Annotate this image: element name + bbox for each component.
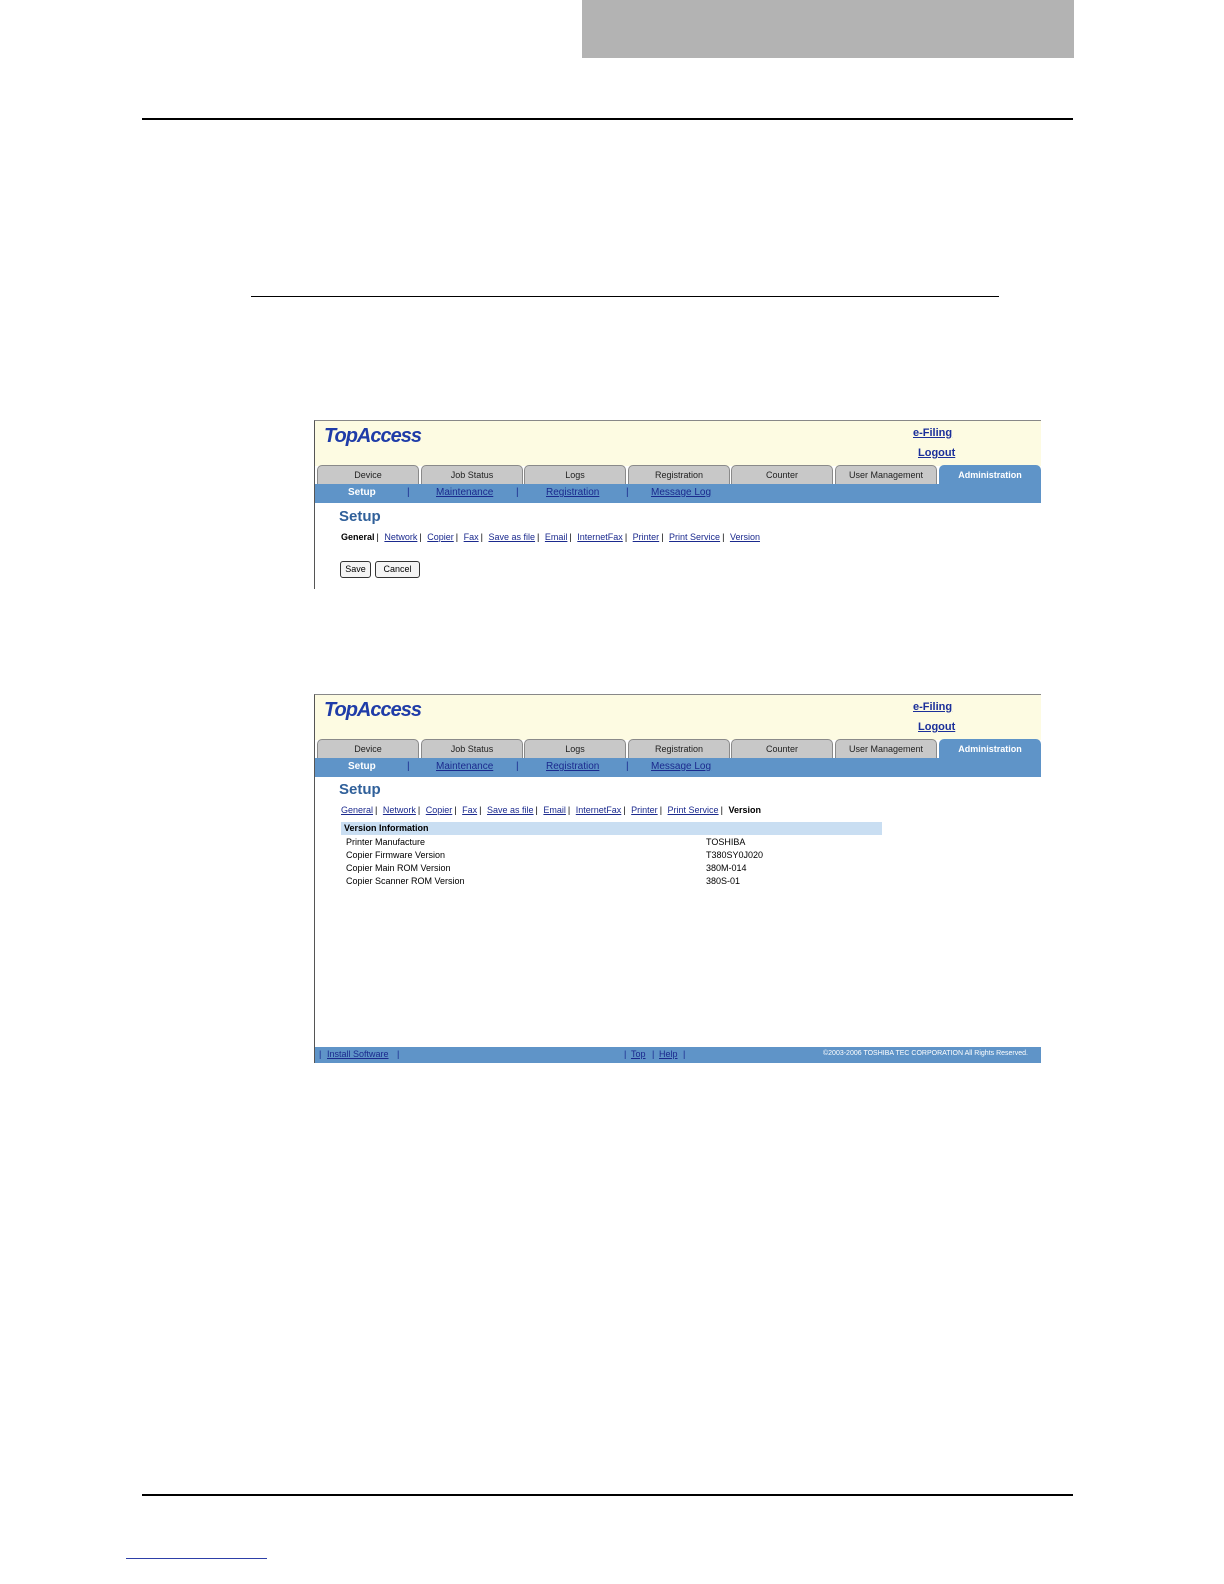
footer-separator: | [397,1049,400,1059]
tab-logs[interactable]: Logs [524,739,626,758]
subnav-separator: | [626,761,629,772]
subnav-message-log[interactable]: Message Log [651,487,711,498]
logout-link[interactable]: Logout [918,721,955,733]
main-tabs: Device Job Status Logs Registration Coun… [315,465,1041,484]
menu-network[interactable]: Network [384,532,417,542]
menu-email[interactable]: Email [545,532,568,542]
page-title: Setup [339,781,381,798]
footer-separator: | [652,1049,655,1059]
version-label-scanner-rom: Copier Scanner ROM Version [346,876,465,886]
menu-general[interactable]: General [341,532,375,542]
topaccess-header: TopAccess e-Filing Logout [315,421,1041,466]
chapter-header-block [582,0,1074,58]
version-label-main-rom: Copier Main ROM Version [346,863,451,873]
subnav-setup[interactable]: Setup [348,487,376,498]
subnav-separator: | [626,487,629,498]
menu-copier[interactable]: Copier [426,805,453,815]
section-rule [251,296,999,297]
subnav-message-log[interactable]: Message Log [651,761,711,772]
subnav-separator: | [407,761,410,772]
tab-counter[interactable]: Counter [731,739,833,758]
menu-fax[interactable]: Fax [464,532,479,542]
footer-help-link[interactable]: Help [659,1049,678,1059]
topaccess-logo: TopAccess [324,425,422,447]
menu-version[interactable]: Version [730,532,760,542]
setup-menu: General | Network | Copier | Fax | Save as f… [341,805,761,815]
tab-logs[interactable]: Logs [524,465,626,484]
tab-registration[interactable]: Registration [628,465,730,484]
version-value-main-rom: 380M-014 [706,863,747,873]
menu-save-as-file[interactable]: Save as file [487,805,534,815]
logout-link[interactable]: Logout [918,447,955,459]
tab-job-status[interactable]: Job Status [421,465,523,484]
subnav-separator: | [407,487,410,498]
footer-link-underline [126,1558,267,1559]
tab-device[interactable]: Device [317,739,419,758]
screenshot-setup-general: TopAccess e-Filing Logout Device Job Sta… [314,420,1041,589]
efiling-link[interactable]: e-Filing [913,701,952,713]
menu-version[interactable]: Version [728,805,761,815]
version-value-scanner-rom: 380S-01 [706,876,741,886]
footer-copyright: ©2003-2006 TOSHIBA TEC CORPORATION All R… [823,1050,1028,1057]
menu-printer[interactable]: Printer [631,805,658,815]
footer-separator: | [683,1049,686,1059]
tab-user-management[interactable]: User Management [835,465,937,484]
subnav-maintenance[interactable]: Maintenance [436,761,493,772]
tab-administration[interactable]: Administration [939,465,1041,484]
menu-network[interactable]: Network [383,805,416,815]
menu-print-service[interactable]: Print Service [668,805,719,815]
subnav-registration[interactable]: Registration [546,487,599,498]
version-information-header: Version Information [341,822,882,835]
tab-user-management[interactable]: User Management [835,739,937,758]
menu-fax[interactable]: Fax [462,805,477,815]
sub-navigation: Setup | Maintenance | Registration | Mes… [315,758,1041,777]
subnav-registration[interactable]: Registration [546,761,599,772]
tab-counter[interactable]: Counter [731,465,833,484]
tab-job-status[interactable]: Job Status [421,739,523,758]
bottom-rule [142,1494,1073,1496]
footer-install-software-link[interactable]: Install Software [327,1049,389,1059]
menu-print-service[interactable]: Print Service [669,532,720,542]
page-title: Setup [339,508,381,525]
menu-general[interactable]: General [341,805,373,815]
main-tabs: Device Job Status Logs Registration Coun… [315,739,1041,758]
top-rule [142,118,1073,120]
efiling-link[interactable]: e-Filing [913,427,952,439]
menu-internetfax[interactable]: InternetFax [576,805,622,815]
footer-separator: | [319,1049,322,1059]
subnav-separator: | [516,761,519,772]
subnav-maintenance[interactable]: Maintenance [436,487,493,498]
subnav-separator: | [516,487,519,498]
version-value-printer-manufacture: TOSHIBA [706,837,746,847]
tab-administration[interactable]: Administration [939,739,1041,758]
menu-email[interactable]: Email [543,805,566,815]
menu-printer[interactable]: Printer [633,532,660,542]
tab-device[interactable]: Device [317,465,419,484]
sub-navigation: Setup | Maintenance | Registration | Mes… [315,484,1041,503]
footer-top-link[interactable]: Top [631,1049,646,1059]
save-button[interactable]: Save [340,561,371,578]
setup-menu: General | Network | Copier | Fax | Save as f… [341,532,760,542]
topaccess-logo: TopAccess [324,699,422,721]
screenshot-setup-version: TopAccess e-Filing Logout Device Job Sta… [314,694,1041,1063]
topaccess-header: TopAccess e-Filing Logout [315,695,1041,740]
tab-registration[interactable]: Registration [628,739,730,758]
version-label-firmware: Copier Firmware Version [346,850,446,860]
cancel-button[interactable]: Cancel [375,561,420,578]
version-label-printer-manufacture: Printer Manufacture [346,837,426,847]
footer-separator: | [624,1049,627,1059]
menu-save-as-file[interactable]: Save as file [489,532,536,542]
version-value-firmware: T380SY0J020 [706,850,764,860]
menu-copier[interactable]: Copier [427,532,454,542]
subnav-setup[interactable]: Setup [348,761,376,772]
menu-internetfax[interactable]: InternetFax [577,532,623,542]
topaccess-footer: | Install Software | | Top | Help | ©200… [315,1047,1041,1063]
